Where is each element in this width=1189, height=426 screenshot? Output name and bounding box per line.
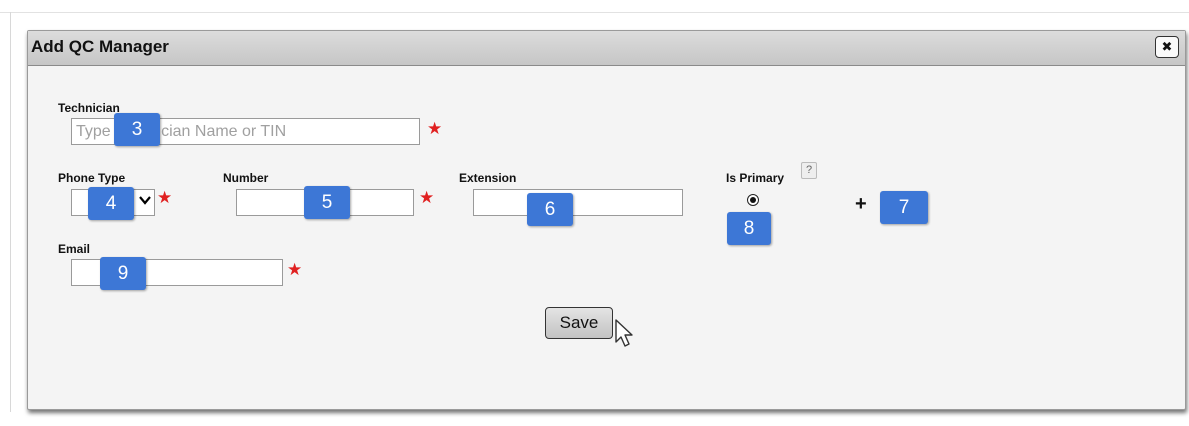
annotation-badge-8: 8 bbox=[727, 212, 771, 245]
dialog-titlebar: Add QC Manager ✖ bbox=[28, 31, 1185, 66]
extension-input[interactable] bbox=[473, 189, 683, 216]
annotation-badge-9: 9 bbox=[100, 257, 146, 290]
technician-required-icon: ★ bbox=[427, 119, 443, 138]
technician-label: Technician bbox=[58, 101, 120, 115]
number-label: Number bbox=[223, 171, 269, 185]
number-required-icon: ★ bbox=[419, 188, 435, 207]
is-primary-label: Is Primary bbox=[726, 171, 785, 185]
annotation-badge-5: 5 bbox=[304, 186, 350, 219]
email-required-icon: ★ bbox=[287, 260, 303, 279]
save-button[interactable]: Save bbox=[545, 307, 613, 339]
mouse-cursor-icon bbox=[615, 319, 633, 347]
dialog-title: Add QC Manager bbox=[31, 37, 169, 56]
chevron-down-icon bbox=[138, 192, 152, 213]
annotation-badge-4: 4 bbox=[88, 187, 134, 220]
close-button[interactable]: ✖ bbox=[1155, 36, 1179, 58]
email-label: Email bbox=[58, 242, 91, 256]
annotation-badge-3: 3 bbox=[114, 113, 160, 146]
page-top-border bbox=[0, 12, 1189, 13]
close-icon: ✖ bbox=[1161, 39, 1173, 54]
help-icon[interactable]: ? bbox=[801, 162, 817, 179]
annotation-badge-7: 7 bbox=[880, 191, 928, 224]
add-qc-manager-dialog: Add QC Manager ✖ bbox=[27, 30, 1186, 410]
add-phone-button[interactable]: + bbox=[855, 193, 867, 216]
phone-type-required-icon: ★ bbox=[157, 188, 173, 207]
is-primary-radio[interactable] bbox=[747, 194, 759, 206]
phone-type-label: Phone Type bbox=[58, 171, 126, 185]
annotation-badge-6: 6 bbox=[527, 193, 573, 226]
extension-label: Extension bbox=[459, 171, 517, 185]
page-left-border bbox=[10, 12, 11, 412]
